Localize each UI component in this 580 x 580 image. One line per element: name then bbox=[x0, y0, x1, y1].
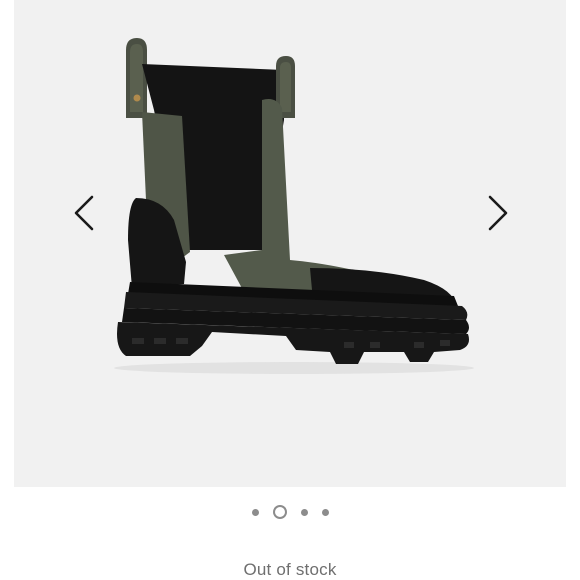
product-boot-image bbox=[114, 38, 474, 374]
pagination-dot-3[interactable] bbox=[300, 508, 308, 516]
next-image-button[interactable] bbox=[478, 188, 518, 238]
chevron-right-icon bbox=[488, 195, 508, 231]
stock-status-label: Out of stock bbox=[243, 560, 337, 579]
product-image-gallery[interactable] bbox=[14, 0, 566, 487]
gallery-pagination bbox=[0, 505, 580, 519]
previous-image-button[interactable] bbox=[64, 188, 104, 238]
product-page: Out of stock bbox=[0, 0, 580, 580]
chevron-left-icon bbox=[74, 195, 94, 231]
pagination-dot-4[interactable] bbox=[321, 508, 329, 516]
pagination-dot-1[interactable] bbox=[251, 508, 259, 516]
pagination-dot-2-active[interactable] bbox=[272, 505, 287, 519]
